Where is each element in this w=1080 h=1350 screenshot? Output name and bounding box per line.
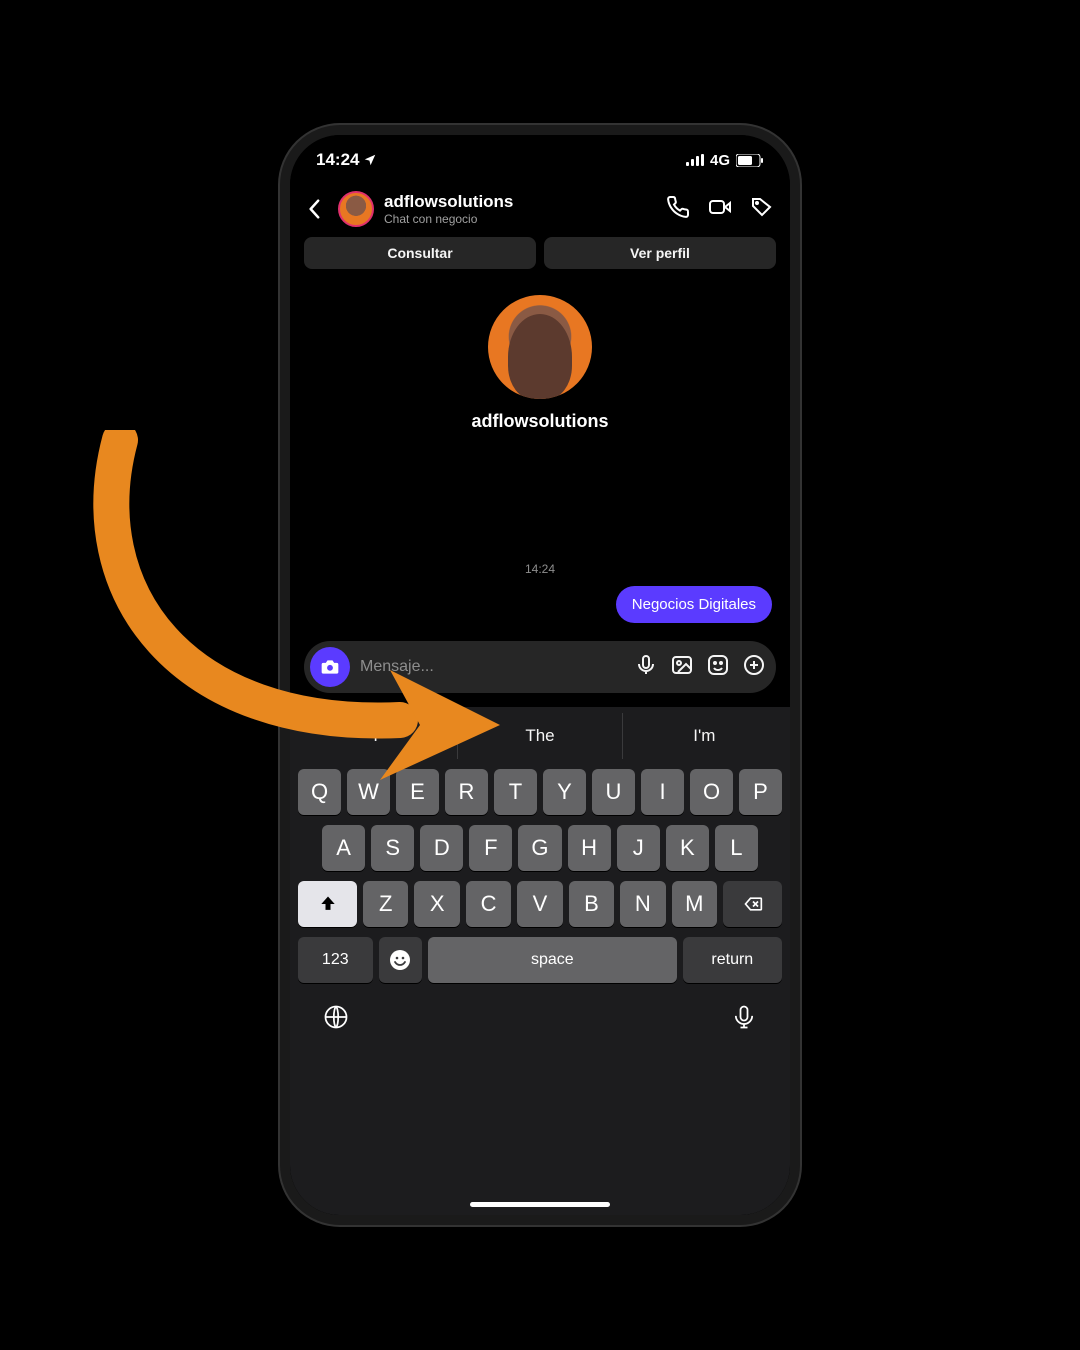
key-v[interactable]: V	[517, 881, 562, 927]
key-j[interactable]: J	[617, 825, 660, 871]
message-timestamp: 14:24	[290, 562, 790, 576]
camera-button[interactable]	[310, 647, 350, 687]
key-return[interactable]: return	[683, 937, 782, 983]
key-h[interactable]: H	[568, 825, 611, 871]
key-f[interactable]: F	[469, 825, 512, 871]
message-input-bar	[304, 641, 776, 693]
key-y[interactable]: Y	[543, 769, 586, 815]
key-123[interactable]: 123	[298, 937, 373, 983]
key-backspace[interactable]	[723, 881, 782, 927]
keyboard: I The I'm Q W E R T Y U I O P A S D F	[290, 707, 790, 1215]
tag-icon[interactable]	[750, 195, 774, 224]
status-time: 14:24	[316, 150, 377, 170]
key-s[interactable]: S	[371, 825, 414, 871]
back-button[interactable]	[300, 199, 328, 219]
home-indicator[interactable]	[470, 1202, 610, 1207]
phone-frame: 14:24 4G adflowsolutions Chat con negoci…	[280, 125, 800, 1225]
key-w[interactable]: W	[347, 769, 390, 815]
add-icon[interactable]	[742, 653, 766, 682]
profile-summary: adflowsolutions	[290, 295, 790, 432]
key-i[interactable]: I	[641, 769, 684, 815]
keyboard-suggestions: I The I'm	[294, 713, 786, 759]
key-e[interactable]: E	[396, 769, 439, 815]
key-q[interactable]: Q	[298, 769, 341, 815]
action-pill-row: Consultar Ver perfil	[290, 237, 790, 277]
sticker-icon[interactable]	[706, 653, 730, 682]
key-emoji[interactable]	[379, 937, 423, 983]
chat-title-block[interactable]: adflowsolutions Chat con negocio	[384, 192, 656, 226]
chat-header: adflowsolutions Chat con negocio	[290, 185, 790, 237]
message-row: Negocios Digitales	[290, 576, 790, 623]
suggestion-2[interactable]: The	[458, 713, 622, 759]
key-c[interactable]: C	[466, 881, 511, 927]
dictation-icon[interactable]	[730, 1003, 758, 1036]
key-m[interactable]: M	[672, 881, 717, 927]
key-g[interactable]: G	[518, 825, 561, 871]
key-row-1: Q W E R T Y U I O P	[294, 769, 786, 815]
screen: 14:24 4G adflowsolutions Chat con negoci…	[290, 135, 790, 1215]
consult-button[interactable]: Consultar	[304, 237, 536, 269]
key-t[interactable]: T	[494, 769, 537, 815]
key-row-3: Z X C V B N M	[294, 881, 786, 927]
key-row-2: A S D F G H J K L	[294, 825, 786, 871]
key-n[interactable]: N	[620, 881, 665, 927]
key-row-bottom: 123 space return	[294, 937, 786, 983]
key-space[interactable]: space	[428, 937, 677, 983]
profile-name: adflowsolutions	[290, 411, 790, 432]
key-a[interactable]: A	[322, 825, 365, 871]
dynamic-island	[485, 149, 595, 179]
key-x[interactable]: X	[414, 881, 459, 927]
header-avatar[interactable]	[338, 191, 374, 227]
key-shift[interactable]	[298, 881, 357, 927]
keyboard-bottom-row	[294, 983, 786, 1036]
mic-icon[interactable]	[634, 653, 658, 682]
video-call-icon[interactable]	[708, 195, 732, 224]
view-profile-button[interactable]: Ver perfil	[544, 237, 776, 269]
network-label: 4G	[710, 152, 730, 169]
battery-icon	[736, 154, 764, 167]
key-b[interactable]: B	[569, 881, 614, 927]
image-icon[interactable]	[670, 653, 694, 682]
key-p[interactable]: P	[739, 769, 782, 815]
key-u[interactable]: U	[592, 769, 635, 815]
profile-avatar[interactable]	[488, 295, 592, 399]
globe-icon[interactable]	[322, 1003, 350, 1036]
key-k[interactable]: K	[666, 825, 709, 871]
key-d[interactable]: D	[420, 825, 463, 871]
location-icon	[363, 153, 377, 167]
header-subtitle: Chat con negocio	[384, 212, 656, 226]
key-o[interactable]: O	[690, 769, 733, 815]
header-username: adflowsolutions	[384, 192, 656, 212]
suggestion-3[interactable]: I'm	[623, 713, 786, 759]
clock-text: 14:24	[316, 150, 359, 170]
sent-message-bubble[interactable]: Negocios Digitales	[616, 586, 772, 623]
suggestion-1[interactable]: I	[294, 713, 458, 759]
message-input[interactable]	[360, 658, 624, 676]
signal-icon	[686, 154, 704, 166]
key-l[interactable]: L	[715, 825, 758, 871]
status-indicators: 4G	[686, 152, 764, 169]
call-icon[interactable]	[666, 195, 690, 224]
key-z[interactable]: Z	[363, 881, 408, 927]
key-r[interactable]: R	[445, 769, 488, 815]
